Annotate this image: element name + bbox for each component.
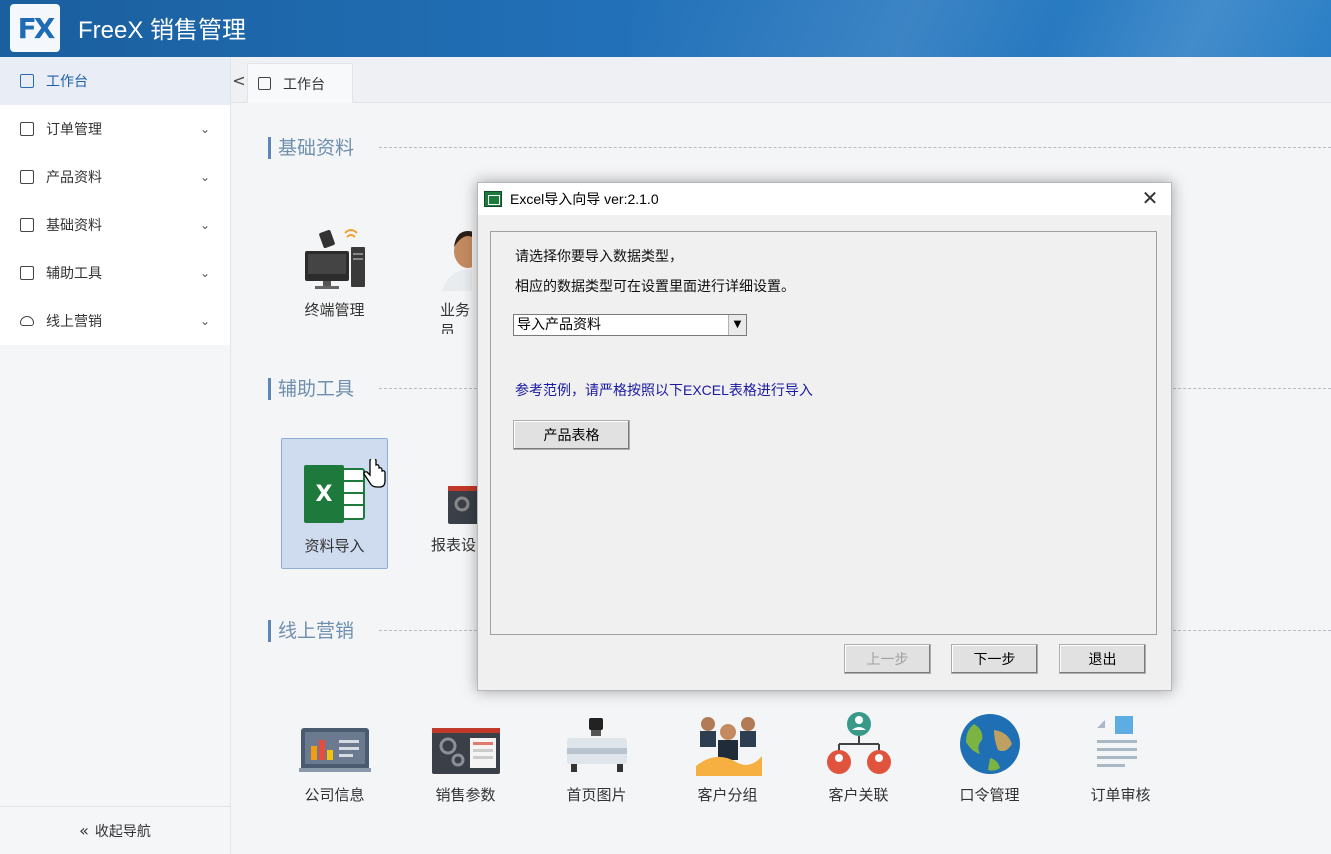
tile-label: 公司信息	[304, 786, 365, 804]
double-chevron-left-icon: «	[79, 821, 89, 840]
chevron-down-icon: ⌄	[199, 218, 210, 232]
sidebar: 工作台 订单管理 ⌄ 产品资料 ⌄ 基础资料 ⌄ 辅助工具 ⌄ 线上营销 ⌄ «…	[0, 57, 231, 854]
instruction-line-1: 请选择你要导入数据类型，	[515, 248, 683, 264]
svg-text:X: X	[316, 482, 333, 507]
tile-company-info[interactable]: 公司信息	[281, 688, 388, 819]
tab-dashboard[interactable]: 工作台	[247, 63, 353, 103]
chevron-down-icon: ⌄	[199, 266, 210, 280]
product-icon	[20, 170, 34, 184]
tile-label: 客户分组	[697, 786, 758, 804]
tile-report-settings[interactable]: 报表设	[412, 438, 478, 569]
sales-parameters-icon	[432, 728, 500, 774]
tile-label: 报表设	[431, 536, 477, 554]
collapse-nav-button[interactable]: « 收起导航	[0, 806, 230, 854]
dialog-content-panel: 请选择你要导入数据类型， 相应的数据类型可在设置里面进行详细设置。 导入产品资料…	[490, 231, 1157, 635]
sidebar-item-basic-data[interactable]: 基础资料 ⌄	[0, 201, 230, 249]
tab-scroll-left-button[interactable]: <	[231, 71, 247, 90]
section-divider	[379, 147, 1331, 148]
terminal-icon	[305, 229, 365, 289]
tile-label: 业务员	[440, 301, 471, 334]
tools-icon	[20, 266, 34, 280]
sidebar-item-orders[interactable]: 订单管理 ⌄	[0, 105, 230, 153]
exit-button[interactable]: 退出	[1059, 644, 1146, 674]
sidebar-item-label: 产品资料	[46, 170, 102, 186]
tile-label: 首页图片	[566, 786, 627, 804]
basic-data-icon	[20, 218, 34, 232]
tile-salesperson[interactable]: 业务员	[412, 203, 472, 334]
chevron-down-icon: ⌄	[199, 122, 210, 136]
order-icon	[20, 122, 34, 136]
tile-customer-groups[interactable]: 客户分组	[674, 688, 781, 819]
section-title-tools: 辅助工具	[268, 378, 354, 400]
tile-label: 口令管理	[959, 786, 1020, 804]
sidebar-item-marketing[interactable]: 线上营销 ⌄	[0, 297, 230, 345]
sidebar-item-products[interactable]: 产品资料 ⌄	[0, 153, 230, 201]
collapse-nav-label: 收起导航	[94, 823, 151, 840]
excel-import-wizard-dialog: Excel导入向导 ver:2.1.0 ✕ 请选择你要导入数据类型， 相应的数据…	[477, 182, 1172, 691]
tile-customer-links[interactable]: 客户关联	[805, 688, 912, 819]
sidebar-item-label: 工作台	[46, 74, 88, 90]
company-info-icon	[299, 728, 371, 772]
report-settings-icon	[448, 486, 478, 524]
next-step-button[interactable]: 下一步	[951, 644, 1038, 674]
tile-label: 资料导入	[304, 537, 365, 555]
import-type-value: 导入产品资料	[517, 317, 601, 333]
salesperson-icon	[442, 231, 472, 291]
app-logo: FX	[10, 4, 60, 52]
dashboard-icon	[258, 77, 271, 90]
section-title-marketing: 线上营销	[268, 620, 354, 642]
sidebar-item-tools[interactable]: 辅助工具 ⌄	[0, 249, 230, 297]
chevron-down-icon: ⌄	[199, 170, 210, 184]
section-title-basic: 基础资料	[268, 137, 354, 159]
tile-label: 销售参数	[435, 786, 496, 804]
cloud-icon	[20, 316, 34, 326]
tile-label: 客户关联	[828, 786, 889, 804]
tab-bar: < 工作台	[231, 57, 1331, 103]
app-header: FX FreeX 销售管理	[0, 0, 1331, 57]
order-review-icon	[1097, 716, 1137, 767]
sidebar-item-label: 基础资料	[46, 218, 102, 234]
app-title: FreeX 销售管理	[78, 17, 247, 44]
tile-order-review[interactable]: 订单审核	[1067, 688, 1174, 819]
customer-links-icon	[827, 712, 891, 774]
dashboard-icon	[20, 74, 34, 88]
header-decoration	[631, 0, 1331, 57]
prev-step-button[interactable]: 上一步	[844, 644, 931, 674]
customer-groups-icon	[696, 717, 762, 776]
dialog-title: Excel导入向导 ver:2.1.0	[510, 191, 659, 207]
close-button[interactable]: ✕	[1139, 187, 1161, 209]
tile-terminal-management[interactable]: 终端管理	[281, 203, 388, 334]
chevron-down-icon: ⌄	[199, 314, 210, 328]
tile-password-management[interactable]: 口令管理	[936, 688, 1043, 819]
product-sample-button[interactable]: 产品表格	[513, 420, 630, 450]
hand-cursor-icon	[363, 459, 386, 488]
tab-label: 工作台	[283, 76, 325, 93]
tile-data-import[interactable]: X 资料导入	[281, 438, 388, 569]
tile-sales-parameters[interactable]: 销售参数	[412, 688, 519, 819]
tile-home-images[interactable]: 首页图片	[543, 688, 650, 819]
instruction-line-2: 相应的数据类型可在设置里面进行详细设置。	[515, 278, 795, 294]
home-images-icon	[567, 718, 627, 772]
dialog-titlebar[interactable]: Excel导入向导 ver:2.1.0 ✕	[478, 183, 1171, 215]
sidebar-item-dashboard[interactable]: 工作台	[0, 57, 230, 105]
import-type-select[interactable]: 导入产品资料 ▼	[513, 314, 747, 336]
dropdown-arrow-icon[interactable]: ▼	[728, 315, 746, 335]
tile-label: 终端管理	[304, 301, 365, 319]
sidebar-item-label: 线上营销	[46, 314, 102, 330]
sample-hint: 参考范例，请严格按照以下EXCEL表格进行导入	[515, 382, 813, 398]
sidebar-item-label: 订单管理	[46, 122, 102, 138]
sidebar-item-label: 辅助工具	[46, 266, 102, 282]
globe-icon	[960, 714, 1020, 774]
tile-label: 订单审核	[1090, 786, 1151, 804]
excel-icon	[484, 191, 502, 207]
